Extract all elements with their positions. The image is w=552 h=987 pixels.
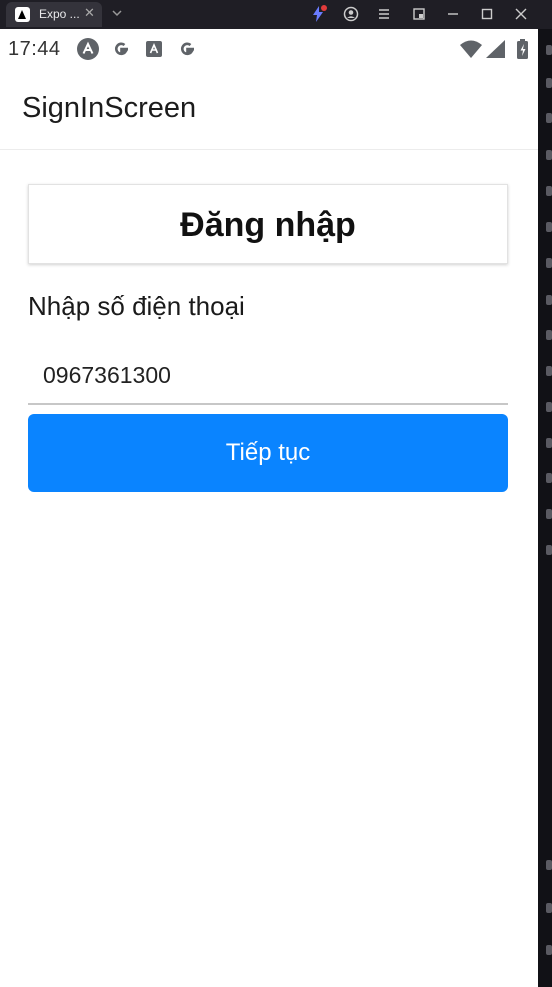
status-bar: 17:44: [0, 29, 538, 67]
phone-field-label: Nhập số điện thoại: [28, 291, 245, 321]
signin-heading: Đăng nhập: [180, 206, 356, 244]
battery-icon: [511, 37, 535, 61]
account-icon[interactable]: [341, 4, 361, 24]
toolbar-icon[interactable]: [546, 903, 552, 913]
toolbar-icon[interactable]: [546, 222, 552, 232]
toolbar-icon[interactable]: [546, 45, 552, 55]
status-time: 17:44: [8, 38, 61, 60]
font-notification-icon: [142, 37, 166, 61]
toolbar-icon[interactable]: [546, 473, 552, 483]
emulator-side-toolbar: [538, 29, 552, 987]
phone-screen: 17:44 SignInScreen Đăng nhập Nhập số điệ…: [0, 29, 538, 987]
toolbar-icon[interactable]: [546, 438, 552, 448]
toolbar-icon[interactable]: [546, 258, 552, 268]
toolbar-icon[interactable]: [546, 186, 552, 196]
google-icon: [175, 37, 199, 61]
toolbar-icon[interactable]: [546, 509, 552, 519]
toolbar-icon[interactable]: [546, 366, 552, 376]
tab-close-icon[interactable]: ✕: [84, 5, 95, 21]
app-header: SignInScreen: [0, 67, 538, 150]
minimize-icon[interactable]: [443, 4, 463, 24]
toolbar-icon[interactable]: [546, 113, 552, 123]
page-title: SignInScreen: [22, 92, 197, 124]
toolbar-icon[interactable]: [546, 78, 552, 88]
signin-heading-card: Đăng nhập: [28, 184, 508, 264]
close-window-icon[interactable]: [511, 4, 531, 24]
app-notification-icon: [76, 37, 100, 61]
cellular-signal-icon: [484, 37, 508, 61]
google-icon: [109, 37, 133, 61]
tab-dropdown-icon[interactable]: [110, 4, 124, 22]
continue-button[interactable]: Tiếp tục: [28, 414, 508, 492]
phone-number-input[interactable]: [28, 347, 508, 405]
wifi-icon: [459, 37, 483, 61]
toolbar-icon[interactable]: [546, 330, 552, 340]
window-titlebar: Expo ... ✕: [0, 0, 552, 29]
browser-tab[interactable]: Expo ... ✕: [6, 2, 102, 27]
lightning-icon[interactable]: [308, 4, 328, 24]
tab-title: Expo ...: [39, 7, 80, 21]
maximize-icon[interactable]: [477, 4, 497, 24]
expo-logo-icon: [15, 7, 30, 22]
picture-in-picture-icon[interactable]: [409, 4, 429, 24]
toolbar-icon[interactable]: [546, 945, 552, 955]
toolbar-icon[interactable]: [546, 150, 552, 160]
toolbar-icon[interactable]: [546, 402, 552, 412]
toolbar-icon[interactable]: [546, 860, 552, 870]
toolbar-icon[interactable]: [546, 545, 552, 555]
menu-icon[interactable]: [374, 4, 394, 24]
toolbar-icon[interactable]: [546, 295, 552, 305]
